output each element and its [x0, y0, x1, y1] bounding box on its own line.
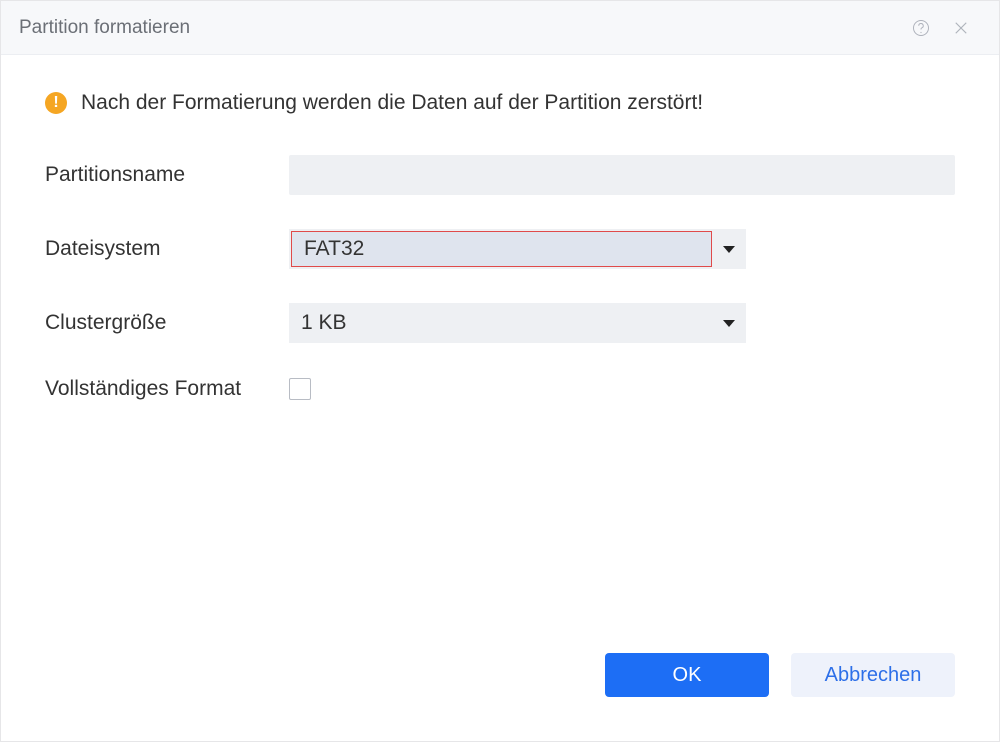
label-filesystem: Dateisystem [45, 237, 289, 261]
label-partition-name: Partitionsname [45, 163, 289, 187]
warning-row: ! Nach der Formatierung werden die Daten… [45, 91, 955, 115]
label-full-format: Vollständiges Format [45, 377, 289, 401]
cluster-size-value: 1 KB [301, 311, 347, 335]
warning-icon: ! [45, 92, 67, 114]
cluster-size-select[interactable]: 1 KB [289, 303, 746, 343]
filesystem-value: FAT32 [304, 237, 364, 261]
dialog-content: ! Nach der Formatierung werden die Daten… [1, 55, 999, 653]
row-filesystem: Dateisystem FAT32 [45, 229, 955, 269]
warning-text: Nach der Formatierung werden die Daten a… [81, 91, 703, 115]
cancel-button[interactable]: Abbrechen [791, 653, 955, 697]
row-partition-name: Partitionsname [45, 155, 955, 195]
row-cluster-size: Clustergröße 1 KB [45, 303, 955, 343]
form: Partitionsname Dateisystem FAT32 Cluster… [45, 155, 955, 401]
partition-name-input[interactable] [289, 155, 955, 195]
ok-button[interactable]: OK [605, 653, 769, 697]
format-partition-dialog: Partition formatieren ! Nach der Formati… [0, 0, 1000, 742]
titlebar: Partition formatieren [1, 1, 999, 55]
help-icon[interactable] [901, 8, 941, 48]
full-format-checkbox[interactable] [289, 378, 311, 400]
dialog-footer: OK Abbrechen [1, 653, 999, 741]
filesystem-select[interactable]: FAT32 [289, 229, 746, 269]
label-cluster-size: Clustergröße [45, 311, 289, 335]
chevron-down-icon [712, 320, 746, 327]
row-full-format: Vollständiges Format [45, 377, 955, 401]
window-title: Partition formatieren [19, 17, 190, 39]
close-icon[interactable] [941, 8, 981, 48]
chevron-down-icon [712, 246, 746, 253]
